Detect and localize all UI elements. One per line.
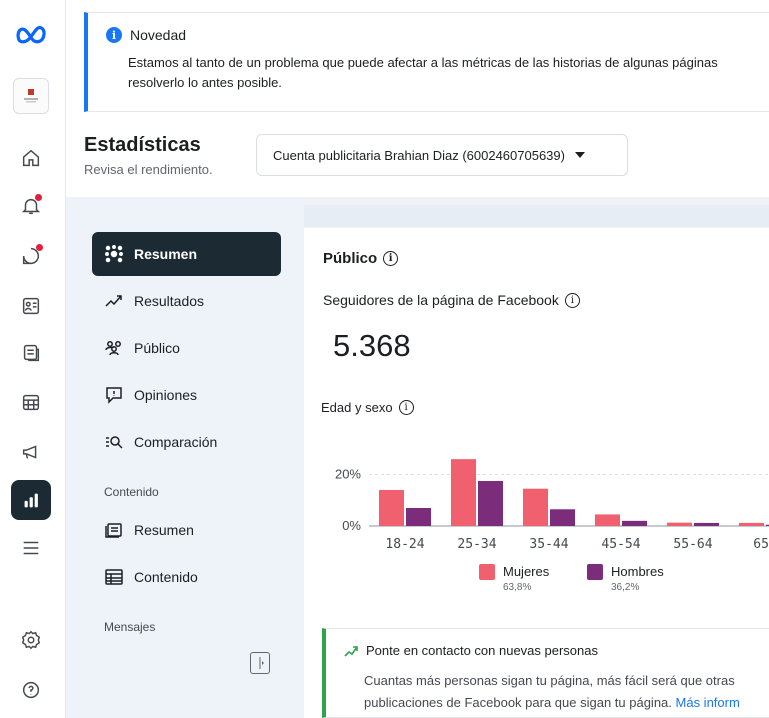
- tip-banner: Ponte en contacto con nuevas personas Cu…: [322, 628, 769, 718]
- x-tick-label: 65+: [753, 537, 769, 552]
- left-rail: [0, 0, 66, 718]
- account-selector[interactable]: Cuenta publicitaria Brahian Diaz (600246…: [256, 134, 628, 176]
- subnav-item-opiniones[interactable]: Opiniones: [92, 373, 281, 417]
- subnav-item-label: Resumen: [134, 522, 194, 538]
- x-tick-label: 25-34: [457, 537, 496, 552]
- followers-count: 5.368: [333, 328, 411, 363]
- subnav-item-comparacion[interactable]: Comparación: [92, 420, 281, 464]
- subnav-item-label: Resumen: [134, 246, 198, 262]
- info-outline-icon[interactable]: i: [564, 292, 580, 308]
- planner-icon[interactable]: [11, 382, 51, 422]
- caret-down-icon: [574, 152, 585, 158]
- inbox-badge: [36, 244, 43, 251]
- inbox-icon[interactable]: [11, 236, 51, 276]
- notifications-icon[interactable]: [11, 186, 51, 226]
- subnav-item-label: Comparación: [134, 434, 218, 450]
- bar-hombres-55-64[interactable]: [694, 522, 719, 526]
- feedback-icon: [106, 387, 122, 404]
- bar-hombres-25-34[interactable]: [478, 481, 503, 526]
- page-subtitle: Revisa el rendimiento.: [84, 162, 213, 177]
- followers-heading: Seguidores de la página de Facebook i: [323, 292, 580, 308]
- legend-swatch-hombres: [587, 564, 603, 580]
- growth-icon: [344, 645, 358, 657]
- contacts-icon[interactable]: [11, 286, 51, 326]
- legend-label-mujeres: Mujeres: [503, 564, 550, 579]
- tip-title: Ponte en contacto con nuevas personas: [366, 643, 598, 658]
- benchmark-icon: [106, 436, 123, 449]
- subnav-item-label: Resultados: [134, 293, 205, 309]
- section-title: Público: [323, 250, 378, 267]
- bar-mujeres-25-34[interactable]: [451, 459, 476, 526]
- y-tick-label: 0%: [342, 518, 361, 533]
- x-tick-label: 45-54: [601, 537, 640, 552]
- bar-hombres-45-54[interactable]: [622, 520, 647, 526]
- legend-mujeres: Mujeres 63,8%: [479, 564, 549, 596]
- home-icon[interactable]: [11, 138, 51, 178]
- notification-badge: [35, 194, 42, 201]
- subnav-item-label: Contenido: [134, 569, 198, 585]
- menu-icon[interactable]: [11, 528, 51, 568]
- notice-title: Novedad: [130, 27, 187, 43]
- subnav-item-contenido[interactable]: Contenido: [92, 555, 281, 599]
- bar-hombres-18-24[interactable]: [406, 508, 431, 526]
- y-tick-label: 20%: [335, 467, 361, 482]
- legend-swatch-mujeres: [479, 564, 495, 580]
- insights-icon[interactable]: [11, 480, 51, 520]
- subnav-item-label: Público: [134, 340, 180, 356]
- insights-subnav: Resumen Resultados Público Opiniones Com…: [66, 197, 304, 718]
- subnav-item-resultados[interactable]: Resultados: [92, 279, 281, 323]
- main-top-strip: [304, 205, 769, 227]
- legend-share-hombres: 36,2%: [611, 582, 640, 593]
- content-table-icon: [105, 569, 123, 585]
- age-gender-chart: 20% 0% 18-24 25-34 35-44 45-54 55-64 65+: [335, 459, 769, 552]
- bar-mujeres-65+[interactable]: [739, 522, 764, 526]
- more-info-link[interactable]: Más inform: [676, 695, 740, 710]
- x-tick-label: 55-64: [673, 537, 712, 552]
- content-icon[interactable]: [11, 333, 51, 373]
- notice-banner: i Novedad Estamos al tanto de un problem…: [84, 12, 769, 112]
- account-selector-label: Cuenta publicitaria Brahian Diaz (600246…: [273, 147, 565, 163]
- help-icon[interactable]: [11, 670, 51, 710]
- audience-icon: [105, 341, 121, 356]
- ads-icon[interactable]: [11, 432, 51, 472]
- audience-heading: Público i: [323, 250, 399, 267]
- bar-hombres-35-44[interactable]: [550, 509, 575, 526]
- bar-mujeres-18-24[interactable]: [379, 490, 404, 526]
- info-outline-icon[interactable]: i: [398, 400, 414, 415]
- collapse-sidebar-icon[interactable]: [250, 652, 270, 674]
- subnav-item-content-resumen[interactable]: Resumen: [92, 508, 281, 552]
- bar-mujeres-45-54[interactable]: [595, 514, 620, 526]
- page-avatar[interactable]: [13, 78, 49, 114]
- x-tick-label: 35-44: [529, 537, 568, 552]
- info-outline-icon[interactable]: i: [383, 251, 399, 266]
- overview-icon: [105, 245, 123, 263]
- content-overview-icon: [105, 523, 122, 538]
- age-gender-label: Edad y sexo: [321, 400, 393, 415]
- tip-line-1: Cuantas más personas sigan tu página, má…: [364, 673, 735, 688]
- notice-line-1: Estamos al tanto de un problema que pued…: [128, 55, 718, 70]
- bar-mujeres-35-44[interactable]: [523, 488, 548, 526]
- settings-icon[interactable]: [11, 620, 51, 660]
- legend-share-mujeres: 63,8%: [503, 582, 532, 593]
- followers-label: Seguidores de la página de Facebook: [323, 292, 559, 308]
- legend-hombres: Hombres 36,2%: [587, 564, 664, 596]
- page-title: Estadísticas: [84, 134, 201, 156]
- subnav-item-label: Opiniones: [134, 387, 198, 403]
- bar-mujeres-55-64[interactable]: [667, 522, 692, 526]
- section-label-mensajes: Mensajes: [104, 620, 156, 634]
- subnav-item-resumen[interactable]: Resumen: [92, 232, 281, 276]
- subnav-item-publico[interactable]: Público: [92, 326, 281, 370]
- meta-logo-icon[interactable]: [12, 20, 52, 48]
- x-tick-label: 18-24: [385, 537, 424, 552]
- results-icon: [105, 295, 122, 307]
- info-icon: i: [106, 27, 122, 43]
- age-gender-heading: Edad y sexo i: [321, 400, 414, 415]
- legend-label-hombres: Hombres: [611, 564, 664, 579]
- tip-line-2: publicaciones de Facebook para que sigan…: [364, 695, 672, 710]
- notice-line-2: resolverlo lo antes posible.: [128, 75, 282, 90]
- section-label-contenido: Contenido: [104, 485, 159, 499]
